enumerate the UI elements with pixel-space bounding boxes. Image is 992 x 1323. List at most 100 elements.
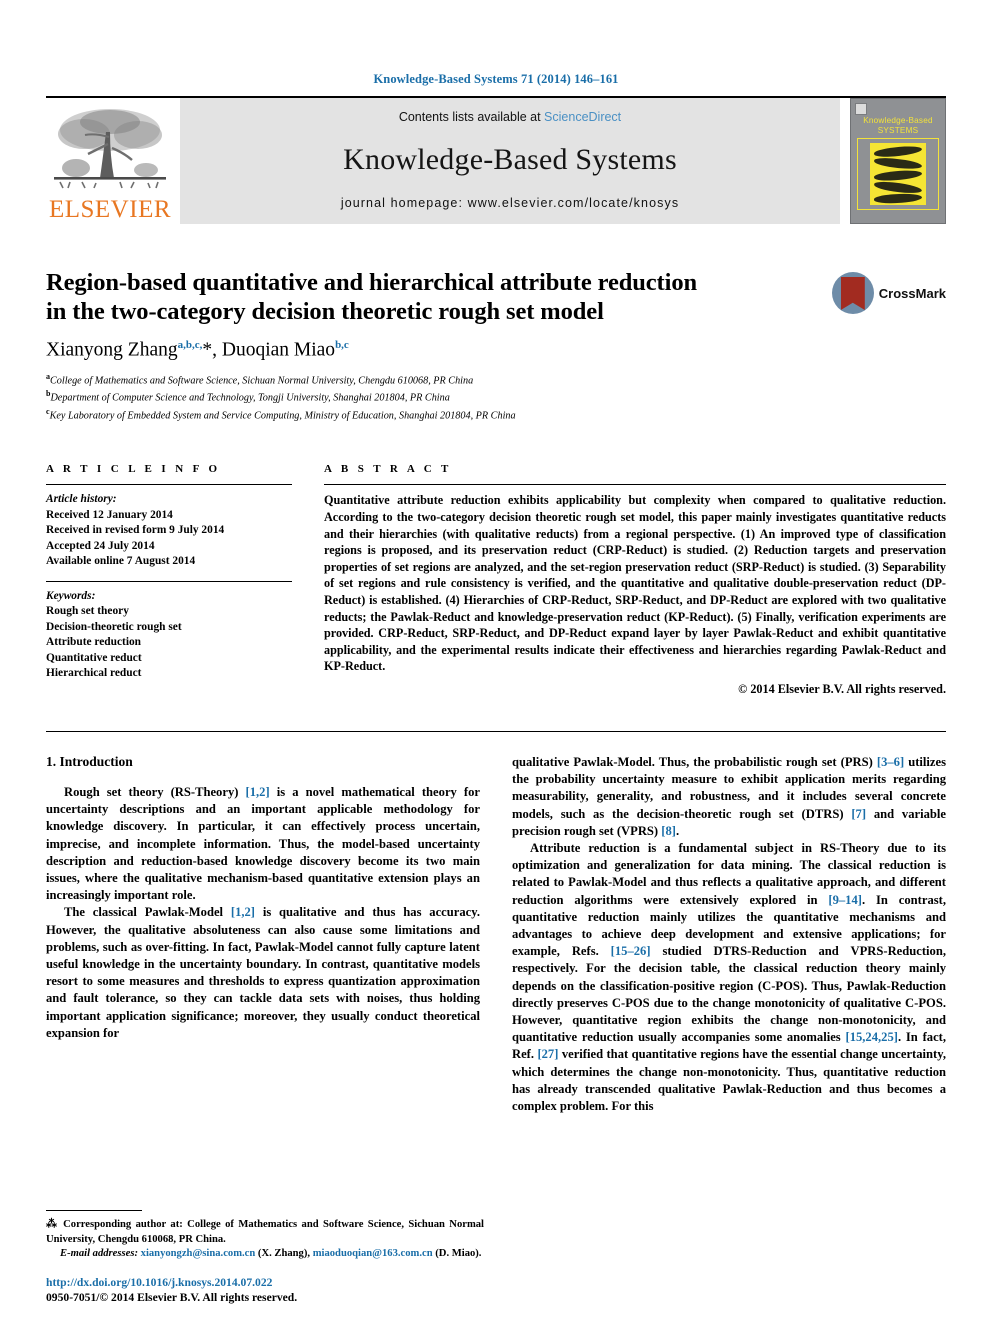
article-history-label: Article history: [46,493,117,506]
paragraph-text: is qualitative and thus has accuracy. Ho… [46,905,480,1040]
article-info-rule [46,484,292,486]
sciencedirect-link[interactable]: ScienceDirect [544,110,621,124]
author-name-2: Duoqian Miao [221,339,336,361]
footnote-star-icon: ⁂ [46,1218,59,1231]
author-name-1: Xianyong Zhang [46,339,178,361]
email-link-1[interactable]: xianyongzh@sina.com.cn [141,1248,256,1259]
citation-link[interactable]: [3–6] [877,755,904,769]
journal-cover-thumbnail: Knowledge-Based SYSTEMS [850,98,946,224]
author-separator: , [212,339,222,361]
citation-link[interactable]: [9–14] [828,893,862,907]
right-paragraph-container: qualitative Pawlak-Model. Thus, the prob… [512,754,946,1115]
left-paragraph-container: Rough set theory (RS-Theory) [1,2] is a … [46,784,480,1042]
elsevier-wordmark: ELSEVIER [48,196,172,223]
keywords-label: Keywords: [46,589,96,602]
body-paragraph: Rough set theory (RS-Theory) [1,2] is a … [46,784,480,904]
body-paragraph: Attribute reduction is a fundamental sub… [512,840,946,1115]
title-line-2: in the two-category decision theoretic r… [46,298,604,325]
author-2-affil-markers[interactable]: b,c [335,339,349,351]
keywords-rule [46,580,292,582]
doi-block: http://dx.doi.org/10.1016/j.knosys.2014.… [46,1275,484,1305]
issn-copyright: 0950-7051/© 2014 Elsevier B.V. All right… [46,1291,298,1304]
section-title-introduction: 1. Introduction [46,753,133,769]
author-1-affil-markers[interactable]: a,b,c, [178,339,203,351]
journal-homepage[interactable]: journal homepage: www.elsevier.com/locat… [341,196,679,210]
masthead-center-panel: Contents lists available at ScienceDirec… [180,98,840,224]
affiliation-list: aCollege of Mathematics and Software Sci… [46,370,820,424]
affiliation-item: aCollege of Mathematics and Software Sci… [46,370,820,388]
paragraph-text: Rough set theory (RS-Theory) [64,784,246,799]
elsevier-tree-icon [54,109,166,189]
email-note: E-mail addresses: xianyongzh@sina.com.cn… [46,1247,484,1261]
abstract-column: A B S T R A C T Quantitative attribute r… [324,463,946,697]
footnote-block: ⁂ Corresponding author at: College of Ma… [46,1210,484,1261]
keyword-item: Hierarchical reduct [46,667,142,680]
body-paragraph: The classical Pawlak-Model [1,2] is qual… [46,904,480,1042]
citation-link[interactable]: [27] [537,1047,558,1061]
crossmark-badge[interactable]: CrossMark [831,272,946,314]
abstract-heading: A B S T R A C T [324,463,452,476]
abstract-rule [324,484,946,486]
article-info-column: A R T I C L E I N F O Article history: R… [46,463,292,697]
keyword-item: Attribute reduction [46,636,142,649]
body-column-right: qualitative Pawlak-Model. Thus, the prob… [512,754,946,1115]
email-link-2[interactable]: miaoduoqian@163.com.cn [313,1248,433,1259]
citation-link[interactable]: [15–26] [611,944,651,958]
citation-link[interactable]: [15,24,25] [846,1030,898,1044]
paragraph-text: The classical Pawlak-Model [64,905,231,920]
article-info-heading: A R T I C L E I N F O [46,463,221,476]
title-area: Region-based quantitative and hierarchic… [46,268,946,423]
crossmark-label: CrossMark [878,285,946,301]
footnote-rule [46,1210,142,1212]
history-item: Available online 7 August 2014 [46,555,196,568]
cover-publisher-mark-icon [855,103,867,115]
keyword-item: Rough set theory [46,605,129,618]
affiliation-item: bDepartment of Computer Science and Tech… [46,387,820,405]
body-divider [46,730,946,732]
affiliation-item: cKey Laboratory of Embedded System and S… [46,405,820,423]
journal-title: Knowledge-Based Systems [343,143,677,176]
paragraph-text: is a novel mathematical theory for uncer… [46,784,480,903]
corresponding-author-text: Corresponding author at: College of Math… [46,1219,485,1245]
cover-art-frame [857,138,939,210]
cover-title-line1: Knowledge-Based [863,116,933,125]
affiliation-text: Key Laboratory of Embedded System and Se… [49,410,516,422]
history-item: Received in revised form 9 July 2014 [46,524,225,537]
email-owner-1: (X. Zhang), [255,1247,313,1259]
keyword-item: Quantitative reduct [46,651,142,664]
info-abstract-row: A R T I C L E I N F O Article history: R… [46,463,946,697]
crossmark-icon [831,272,874,314]
abstract-text: Quantitative attribute reduction exhibit… [324,493,946,674]
citation-link[interactable]: [8] [661,824,676,838]
abstract-copyright: © 2014 Elsevier B.V. All rights reserved… [738,681,946,696]
page-title: Region-based quantitative and hierarchic… [46,268,736,326]
paragraph-text: qualitative Pawlak-Model. Thus, the prob… [512,754,877,769]
cover-art-image [870,143,926,205]
title-column: Region-based quantitative and hierarchic… [46,268,820,423]
citation-link[interactable]: [1,2] [246,785,270,799]
doi-link[interactable]: http://dx.doi.org/10.1016/j.knosys.2014.… [46,1275,484,1290]
journal-masthead: ELSEVIER Contents lists available at Sci… [46,96,946,224]
affiliation-text: Department of Computer Science and Techn… [50,392,450,404]
email-owner-2: (D. Miao). [432,1247,482,1259]
paper-page: Knowledge-Based Systems 71 (2014) 146–16… [0,0,992,1323]
history-item: Accepted 24 July 2014 [46,539,155,552]
author-list: Xianyong Zhanga,b,c,*, Duoqian Miaob,c [46,339,820,362]
body-columns: 1. Introduction Rough set theory (RS-The… [46,754,946,1115]
elsevier-logo: ELSEVIER [46,98,174,224]
cover-title-line2: SYSTEMS [877,125,919,135]
citation-link[interactable]: [7] [851,807,866,821]
contents-line: Contents lists available at ScienceDirec… [399,110,621,124]
body-column-left: 1. Introduction Rough set theory (RS-The… [46,754,480,1115]
running-head: Knowledge-Based Systems 71 (2014) 146–16… [373,72,619,86]
title-line-1: Region-based quantitative and hierarchic… [46,269,697,296]
citation-link[interactable]: [1,2] [231,905,255,919]
corresponding-star: * [202,339,213,361]
corresponding-author-note: ⁂ Corresponding author at: College of Ma… [46,1217,484,1246]
email-label: E-mail addresses: [60,1247,138,1259]
contents-prefix: Contents lists available at [398,110,545,124]
body-paragraph: qualitative Pawlak-Model. Thus, the prob… [512,754,946,840]
paragraph-text: verified that quantitative regions have … [512,1047,946,1114]
history-item: Received 12 January 2014 [46,508,173,521]
keyword-item: Decision-theoretic rough set [46,620,182,633]
